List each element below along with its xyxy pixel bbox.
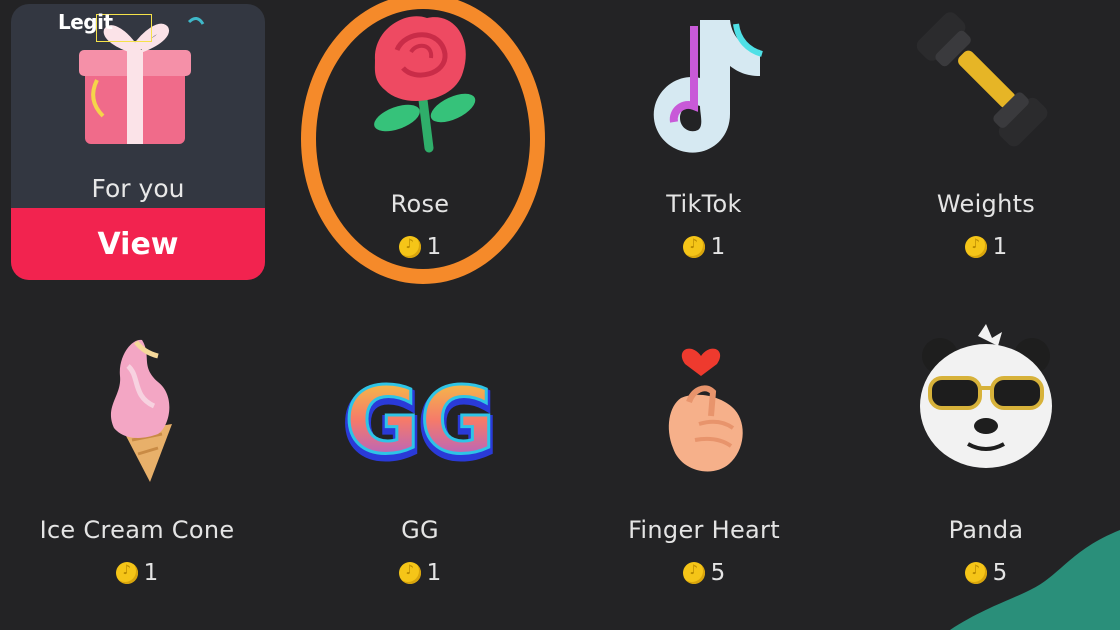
svg-text:GG: GG — [344, 367, 495, 474]
coin-icon — [682, 236, 705, 258]
panda-icon — [920, 324, 1052, 468]
price-value: 5 — [710, 560, 726, 586]
price-value: 1 — [992, 234, 1008, 260]
coin-icon — [398, 562, 421, 584]
gg-icon: GG GG — [340, 366, 499, 483]
coin-icon — [964, 236, 987, 258]
gift-price: 1 — [0, 560, 277, 586]
gift-name: Finger Heart — [628, 516, 780, 544]
decorative-corner-shape — [950, 530, 1120, 630]
gift-price: 1 — [846, 234, 1120, 260]
watermark-logo: Legit — [58, 10, 113, 34]
gift-name: Weights — [936, 190, 1036, 218]
tiktok-logo-icon — [653, 20, 763, 153]
gift-price: 5 — [564, 560, 844, 586]
ice-cream-icon — [110, 339, 172, 482]
highlight-circle — [301, 0, 545, 284]
dumbbell-icon — [916, 12, 1048, 147]
gift-name: Ice Cream Cone — [39, 516, 235, 544]
gift-price: 1 — [280, 560, 560, 586]
price-value: 1 — [426, 560, 442, 586]
gift-name: GG — [401, 516, 439, 544]
price-value: 1 — [143, 560, 159, 586]
view-button[interactable]: View — [11, 208, 265, 280]
gift-price: 1 — [564, 234, 844, 260]
gift-name: TikTok — [666, 190, 742, 218]
price-value: 1 — [710, 234, 726, 260]
finger-heart-icon — [668, 348, 743, 472]
coin-icon — [682, 562, 705, 584]
for-you-card[interactable]: For you View — [11, 4, 265, 280]
for-you-label: For you — [91, 174, 185, 203]
coin-icon — [115, 562, 138, 584]
